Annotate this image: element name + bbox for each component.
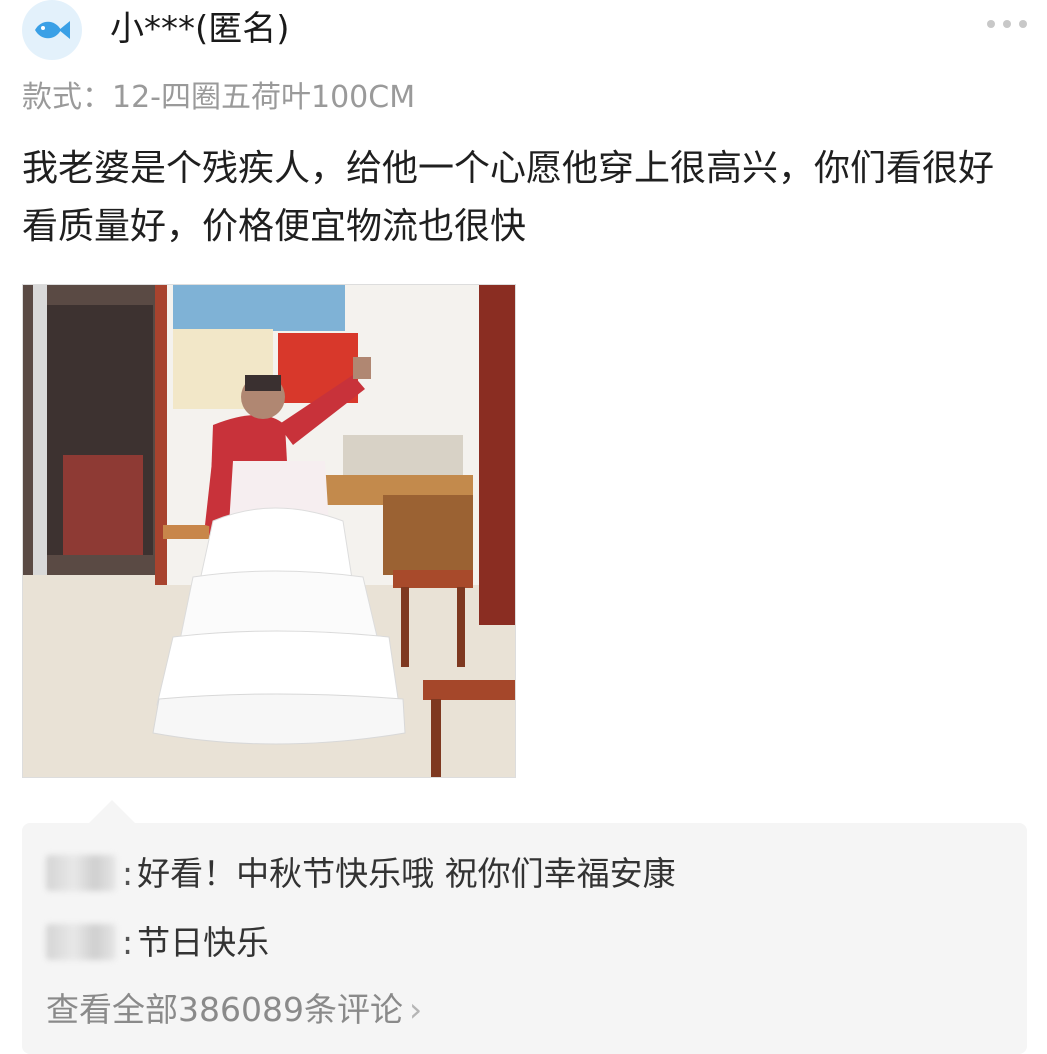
style-value: 12-四圈五荷叶100CM — [112, 80, 416, 115]
comment-item[interactable]: : 节日快乐 — [46, 920, 269, 966]
user-avatar[interactable] — [22, 0, 82, 60]
comment-text: 好看！中秋节快乐哦 祝你们幸福安康 — [137, 854, 676, 893]
comments-panel: : 好看！中秋节快乐哦 祝你们幸福安康 : 节日快乐 查看全部386089条评论 › — [22, 823, 1027, 1054]
commenter-name-blurred — [46, 855, 116, 891]
chevron-right-icon: › — [408, 990, 423, 1029]
review-text: 我老婆是个残疾人，给他一个心愿他穿上很高兴，你们看很好看质量好，价格便宜物流也很… — [22, 148, 995, 247]
view-all-label: 查看全部386089条评论 — [46, 990, 403, 1029]
more-dots-icon[interactable] — [987, 14, 1027, 34]
fish-icon — [35, 21, 70, 39]
comment-bubble-arrow — [88, 800, 136, 824]
comment-text: 节日快乐 — [137, 923, 270, 962]
view-all-comments-link[interactable]: 查看全部386089条评论 › — [46, 987, 422, 1033]
style-label: 款式： — [22, 80, 112, 115]
review-photo[interactable] — [22, 284, 516, 778]
username[interactable]: 小***(匿名) — [110, 6, 290, 52]
comment-item[interactable]: : 好看！中秋节快乐哦 祝你们幸福安康 — [46, 851, 676, 897]
commenter-name-blurred — [46, 924, 116, 960]
review-header: 小***(匿名) — [22, 0, 1027, 64]
product-style: 款式：12-四圈五荷叶100CM — [22, 78, 415, 118]
